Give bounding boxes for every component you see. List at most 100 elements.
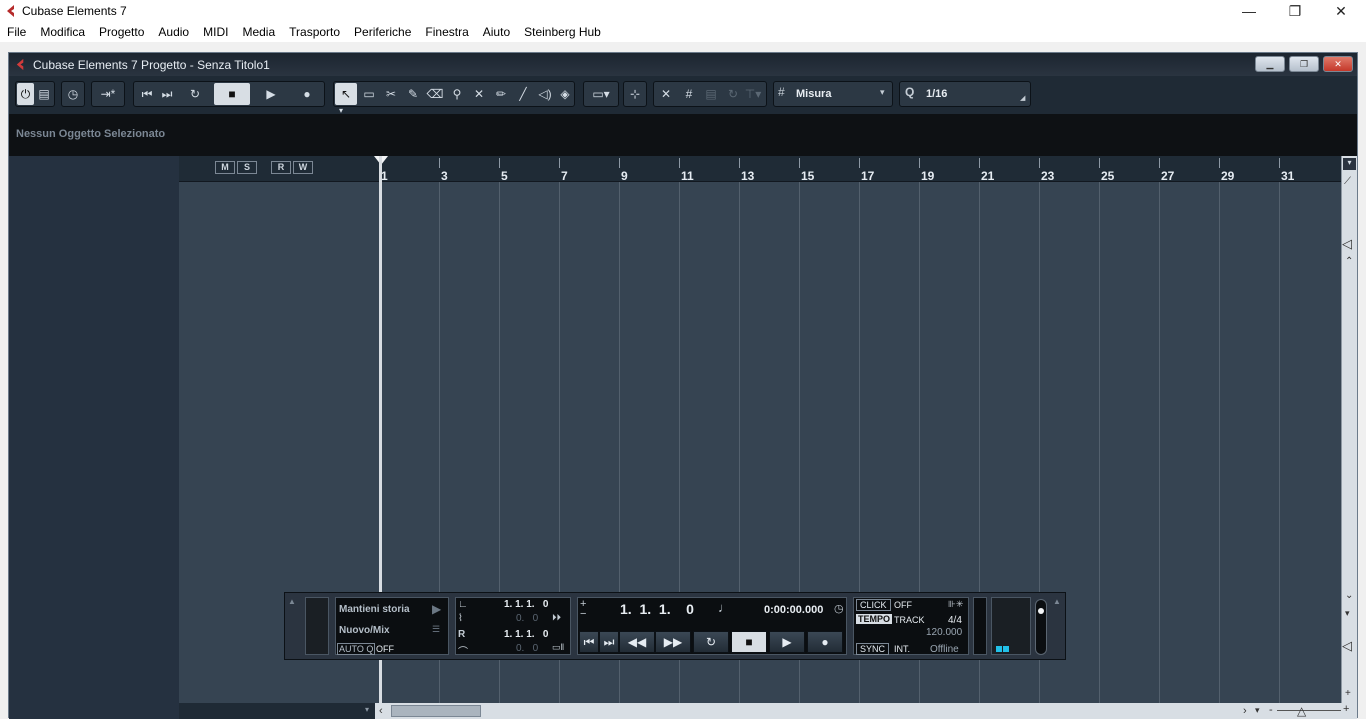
menu-steinberg-hub[interactable]: Steinberg Hub xyxy=(517,22,608,42)
vertical-scrollbar[interactable]: ▾ ⟋ ◁ ⌃ ⌄ ▾ ◁ + xyxy=(1341,156,1357,719)
ruler[interactable]: M S R W 1 3 5 7 9 11 13 15 17 19 21 23 25 27 29 31 xyxy=(179,156,1341,183)
zoom-slider-top-icon[interactable]: ⟋ xyxy=(1344,176,1351,187)
menu-aiuto[interactable]: Aiuto xyxy=(476,22,517,42)
scroll-left-icon[interactable]: ‹ xyxy=(379,705,383,717)
snap-type-icon[interactable]: ⊤▾ xyxy=(742,83,764,105)
transport-stop-button[interactable]: ■ xyxy=(731,631,767,653)
transport-go-to-start-button[interactable]: ⏮ xyxy=(579,631,599,653)
color-tool-icon[interactable]: ◈ xyxy=(554,83,576,105)
minimize-button[interactable]: — xyxy=(1226,0,1272,22)
snap-grid-icon[interactable]: # xyxy=(678,83,700,105)
scroll-up-icon[interactable]: ⌃ xyxy=(1345,256,1353,267)
mute-icon[interactable]: ✕ xyxy=(468,83,490,105)
global-mute-button[interactable]: M xyxy=(215,161,235,174)
zoom-icon[interactable]: ⚲ xyxy=(446,83,468,105)
menu-media[interactable]: Media xyxy=(235,22,282,42)
horizontal-scrollbar[interactable]: ▾ ‹ › ▾ - △ + xyxy=(179,703,1357,719)
transport-cycle-button[interactable]: ↻ xyxy=(693,631,729,653)
zoom-preset-icon[interactable]: ▾ xyxy=(1255,705,1260,716)
autoscroll-icon[interactable]: ⊹ xyxy=(624,83,646,105)
color-select-icon[interactable]: ▭▾ xyxy=(586,83,616,105)
zoom-in-icon[interactable]: + xyxy=(1345,688,1351,699)
postroll-icon[interactable]: ▭‖ xyxy=(552,642,564,653)
global-read-button[interactable]: R xyxy=(271,161,291,174)
inspector-icon[interactable]: ▤ xyxy=(34,83,54,105)
menu-periferiche[interactable]: Periferiche xyxy=(347,22,418,42)
history-play-icon[interactable]: ▶ xyxy=(432,602,441,616)
level-slider-thumb-icon[interactable] xyxy=(1038,608,1044,614)
sync-label[interactable]: SYNC xyxy=(856,643,890,655)
cycle-icon[interactable]: ↻ xyxy=(180,83,210,105)
zoom-thumb-icon[interactable]: ◁ xyxy=(1342,236,1352,252)
glue-icon[interactable]: ✎ xyxy=(402,83,424,105)
bpm-value[interactable]: 120.000 xyxy=(926,627,962,638)
play-tool-icon[interactable]: ◁) xyxy=(534,83,556,105)
global-write-button[interactable]: W xyxy=(293,161,313,174)
click-settings-icon[interactable]: ⊪✳ xyxy=(948,599,963,610)
tempo-label[interactable]: TEMPO xyxy=(856,614,893,624)
menu-audio[interactable]: Audio xyxy=(151,22,196,42)
constrain-delay-icon[interactable]: ◷ xyxy=(62,83,84,105)
panel-up-right-icon[interactable]: ▲ xyxy=(1053,597,1061,606)
transport-play-button[interactable]: ▶ xyxy=(769,631,805,653)
play-icon[interactable]: ▶ xyxy=(254,83,288,105)
go-to-end-icon[interactable]: ⏭ xyxy=(156,83,178,105)
mix-mode-icon[interactable]: ☰ xyxy=(432,624,440,635)
close-button[interactable]: ✕ xyxy=(1318,0,1364,22)
snap-grid-select[interactable]: # Misura ▾ xyxy=(773,81,893,107)
position-bars-value[interactable]: 1. 1. 1. 0 xyxy=(620,601,694,617)
menu-midi[interactable]: MIDI xyxy=(196,22,235,42)
right-locator-icon[interactable]: R xyxy=(458,629,465,640)
global-solo-button[interactable]: S xyxy=(237,161,257,174)
master-level-slider[interactable] xyxy=(1035,599,1047,655)
project-restore-button[interactable]: ❐ xyxy=(1289,56,1319,72)
project-close-button[interactable]: ✕ xyxy=(1323,56,1353,72)
vertical-zoom-thumb-icon[interactable]: ◁ xyxy=(1342,638,1352,654)
line-icon[interactable]: ╱ xyxy=(512,83,534,105)
snap-magnet-icon[interactable]: ↻ xyxy=(722,83,744,105)
scroll-down-icon[interactable]: ⌄ xyxy=(1345,590,1353,601)
range-selection-icon[interactable]: ▭ xyxy=(358,83,380,105)
snap-events-icon[interactable]: ▤ xyxy=(700,83,722,105)
position-time-value[interactable]: 0:00:00.000 xyxy=(764,604,823,616)
split-icon[interactable]: ✂ xyxy=(380,83,402,105)
transport-go-to-end-button[interactable]: ⏭ xyxy=(599,631,619,653)
panel-up-icon[interactable]: ▲ xyxy=(288,597,296,606)
automation-mode-icon[interactable]: ⇥* xyxy=(93,83,123,105)
rewind-button[interactable]: ◀◀ xyxy=(619,631,655,653)
nudge-minus-icon[interactable]: − xyxy=(580,608,586,620)
restore-button[interactable]: ❐ xyxy=(1272,0,1318,22)
draw-icon[interactable]: ✏ xyxy=(490,83,512,105)
snap-mode-icon[interactable]: ✕ xyxy=(655,83,677,105)
signature-value[interactable]: 4/4 xyxy=(948,615,962,626)
quantize-select[interactable]: Q 1/16 ◢ xyxy=(899,81,1031,107)
go-to-start-icon[interactable]: ⏮ xyxy=(136,83,158,105)
left-locator-icon[interactable]: ∟ xyxy=(458,599,468,610)
horizontal-zoom-track[interactable] xyxy=(1277,710,1341,711)
zoom-in-horizontal-icon[interactable]: + xyxy=(1343,703,1349,715)
project-minimize-button[interactable]: ▁ xyxy=(1255,56,1285,72)
record-icon[interactable]: ● xyxy=(290,83,324,105)
zoom-out-icon[interactable]: ▾ xyxy=(1345,608,1350,619)
menu-finestra[interactable]: Finestra xyxy=(418,22,475,42)
transport-record-button[interactable]: ● xyxy=(807,631,843,653)
chevron-down-icon[interactable]: ▾ xyxy=(365,705,369,714)
click-label[interactable]: CLICK xyxy=(856,599,891,611)
menu-trasporto[interactable]: Trasporto xyxy=(282,22,347,42)
horizontal-zoom-thumb-icon[interactable]: △ xyxy=(1297,704,1306,718)
menu-file[interactable]: File xyxy=(0,22,33,42)
horizontal-scroll-thumb[interactable] xyxy=(391,705,481,717)
stop-icon[interactable]: ■ xyxy=(214,83,250,105)
fast-forward-button[interactable]: ▶▶ xyxy=(655,631,691,653)
object-selection-icon[interactable]: ↖ xyxy=(335,83,357,105)
right-locator-value[interactable]: 1. 1. 1. 0 xyxy=(504,629,548,640)
scroll-right-icon[interactable]: › xyxy=(1243,705,1247,717)
menu-progetto[interactable]: Progetto xyxy=(92,22,151,42)
activate-project-icon[interactable]: ⏻ xyxy=(17,83,34,105)
punch-out-icon[interactable]: ⌒ xyxy=(458,643,468,658)
erase-icon[interactable]: ⌫ xyxy=(424,83,446,105)
preroll-icon[interactable]: ⏵⏵ xyxy=(552,612,561,623)
autoq-label[interactable]: AUTO Q xyxy=(337,643,376,655)
menu-modifica[interactable]: Modifica xyxy=(33,22,92,42)
zoom-out-horizontal-icon[interactable]: - xyxy=(1269,704,1273,716)
